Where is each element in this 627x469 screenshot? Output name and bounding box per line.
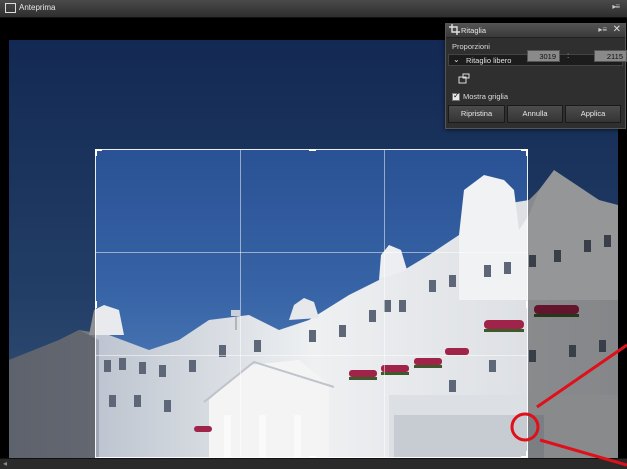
rotate-orientation-icon[interactable] — [458, 73, 470, 84]
dimension-separator: : — [567, 51, 570, 60]
grid-line-v1 — [240, 150, 241, 457]
bottom-bar: ◂ — [0, 458, 627, 469]
crop-height-field[interactable]: 2115 — [594, 50, 627, 62]
crop-panel: Ritaglia ▸≡ ✕ Proporzioni ⌄ Ritaglio lib… — [445, 23, 626, 129]
crop-handle-bottom-right[interactable] — [526, 451, 528, 458]
crop-handle-right[interactable] — [526, 301, 528, 308]
crop-handle-top-left[interactable] — [95, 149, 97, 156]
crop-handle-top[interactable] — [309, 149, 316, 151]
window-titlebar: Anteprima ▸≡ — [0, 0, 627, 18]
scroll-left-icon[interactable]: ◂ — [3, 459, 7, 468]
close-icon[interactable]: ✕ — [613, 24, 621, 36]
ratio-select-value: Ritaglio libero — [466, 56, 512, 65]
chevron-down-icon: ⌄ — [453, 55, 460, 64]
grid-line-h1 — [96, 252, 527, 253]
panel-menu-icon[interactable]: ▸≡ — [612, 2, 620, 11]
window-title: Anteprima — [19, 3, 56, 12]
crop-frame[interactable] — [95, 149, 528, 458]
grid-line-v2 — [384, 150, 385, 457]
window-icon — [5, 3, 16, 13]
crop-handle-top-right[interactable] — [526, 149, 528, 156]
grid-line-h2 — [96, 355, 527, 356]
crop-width-field[interactable]: 3019 — [527, 50, 560, 62]
proportions-label: Proporzioni — [452, 42, 490, 51]
crop-handle-left[interactable] — [95, 301, 97, 308]
crop-icon — [449, 24, 460, 35]
crop-panel-title: Ritaglia — [461, 26, 487, 35]
crop-panel-header[interactable]: Ritaglia ▸≡ ✕ — [446, 24, 625, 38]
panel-menu-icon[interactable]: ▸≡ — [598, 25, 607, 34]
